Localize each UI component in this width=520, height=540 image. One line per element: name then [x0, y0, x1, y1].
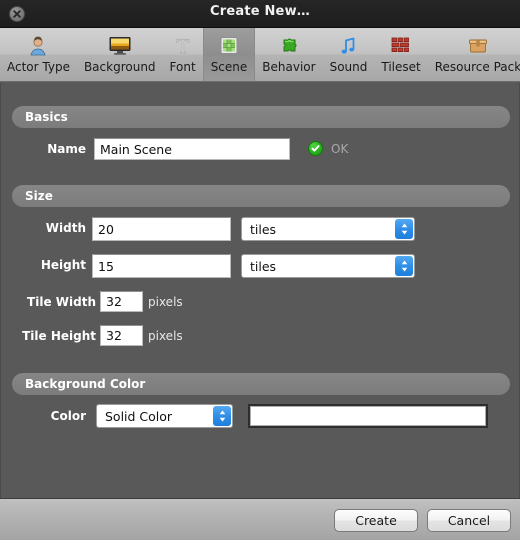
toolbar-item-scene[interactable]: Scene	[202, 28, 256, 81]
resource-pack-box-icon	[465, 34, 491, 58]
create-button[interactable]: Create	[334, 509, 418, 532]
name-input[interactable]	[94, 138, 290, 160]
title-bar: Create New…	[0, 0, 520, 28]
dialog-footer: Create Cancel	[0, 498, 520, 540]
color-swatch-fill	[250, 406, 486, 426]
color-swatch-button[interactable]	[248, 404, 488, 428]
cancel-button[interactable]: Cancel	[427, 509, 511, 532]
dialog-title: Create New…	[209, 4, 310, 19]
toolbar-item-font[interactable]: T Font	[163, 28, 203, 81]
stepper-chevrons-icon[interactable]	[395, 219, 413, 239]
font-icon: T	[170, 34, 196, 58]
svg-text:T: T	[176, 36, 189, 57]
height-label: Height	[40, 258, 86, 272]
toolbar-label: Scene	[210, 60, 248, 74]
toolbar-item-background[interactable]: Background	[77, 28, 163, 81]
section-header-background-color: Background Color	[12, 373, 510, 395]
check-circle-icon	[308, 141, 323, 156]
create-new-dialog: Create New… Actor Type Background T Font…	[0, 0, 520, 540]
toolbar-label: Font	[169, 60, 196, 74]
type-toolbar: Actor Type Background T Font Scene Behav…	[0, 28, 520, 82]
height-unit-value: tiles	[250, 258, 277, 274]
tile-height-unit: pixels	[148, 329, 183, 343]
stepper-chevrons-icon[interactable]	[395, 256, 413, 276]
tile-width-label: Tile Width	[27, 295, 96, 309]
toolbar-item-behavior[interactable]: Behavior	[255, 28, 322, 81]
height-input[interactable]	[92, 254, 231, 278]
toolbar-item-tileset[interactable]: Tileset	[374, 28, 427, 81]
background-icon	[107, 34, 133, 58]
color-mode-select[interactable]: Solid Color	[96, 404, 233, 428]
width-label: Width	[45, 221, 86, 235]
tile-width-input[interactable]	[100, 291, 143, 312]
scene-icon	[216, 34, 242, 58]
toolbar-label: Actor Type	[7, 60, 70, 74]
section-header-basics: Basics	[12, 106, 510, 128]
name-label: Name	[47, 142, 86, 156]
toolbar-label: Sound	[329, 60, 368, 74]
height-unit-select[interactable]: tiles	[241, 254, 415, 278]
toolbar-label: Background	[83, 60, 156, 74]
tile-height-label: Tile Height	[22, 329, 96, 343]
toolbar-label: Resource Pack	[434, 60, 520, 74]
color-mode-value: Solid Color	[105, 408, 173, 424]
tileset-brick-icon	[388, 34, 414, 58]
toolbar-label: Behavior	[262, 60, 316, 74]
width-unit-select[interactable]: tiles	[241, 217, 415, 241]
toolbar-item-actor-type[interactable]: Actor Type	[0, 28, 77, 81]
color-label: Color	[50, 409, 86, 423]
sound-note-icon	[335, 34, 361, 58]
width-input[interactable]	[92, 217, 231, 241]
form-panel: Basics Name OK Size Width tiles Height t…	[0, 83, 520, 498]
behavior-puzzle-icon	[276, 34, 302, 58]
stepper-chevrons-icon[interactable]	[213, 406, 231, 426]
section-header-size: Size	[12, 185, 510, 207]
toolbar-label: Tileset	[381, 60, 421, 74]
actor-type-icon	[25, 34, 51, 58]
tile-width-unit: pixels	[148, 295, 183, 309]
tile-height-input[interactable]	[100, 325, 143, 346]
toolbar-item-resource-pack[interactable]: Resource Pack	[428, 28, 520, 81]
width-unit-value: tiles	[250, 221, 277, 237]
status-badge: OK	[331, 142, 349, 156]
toolbar-item-sound[interactable]: Sound	[323, 28, 375, 81]
